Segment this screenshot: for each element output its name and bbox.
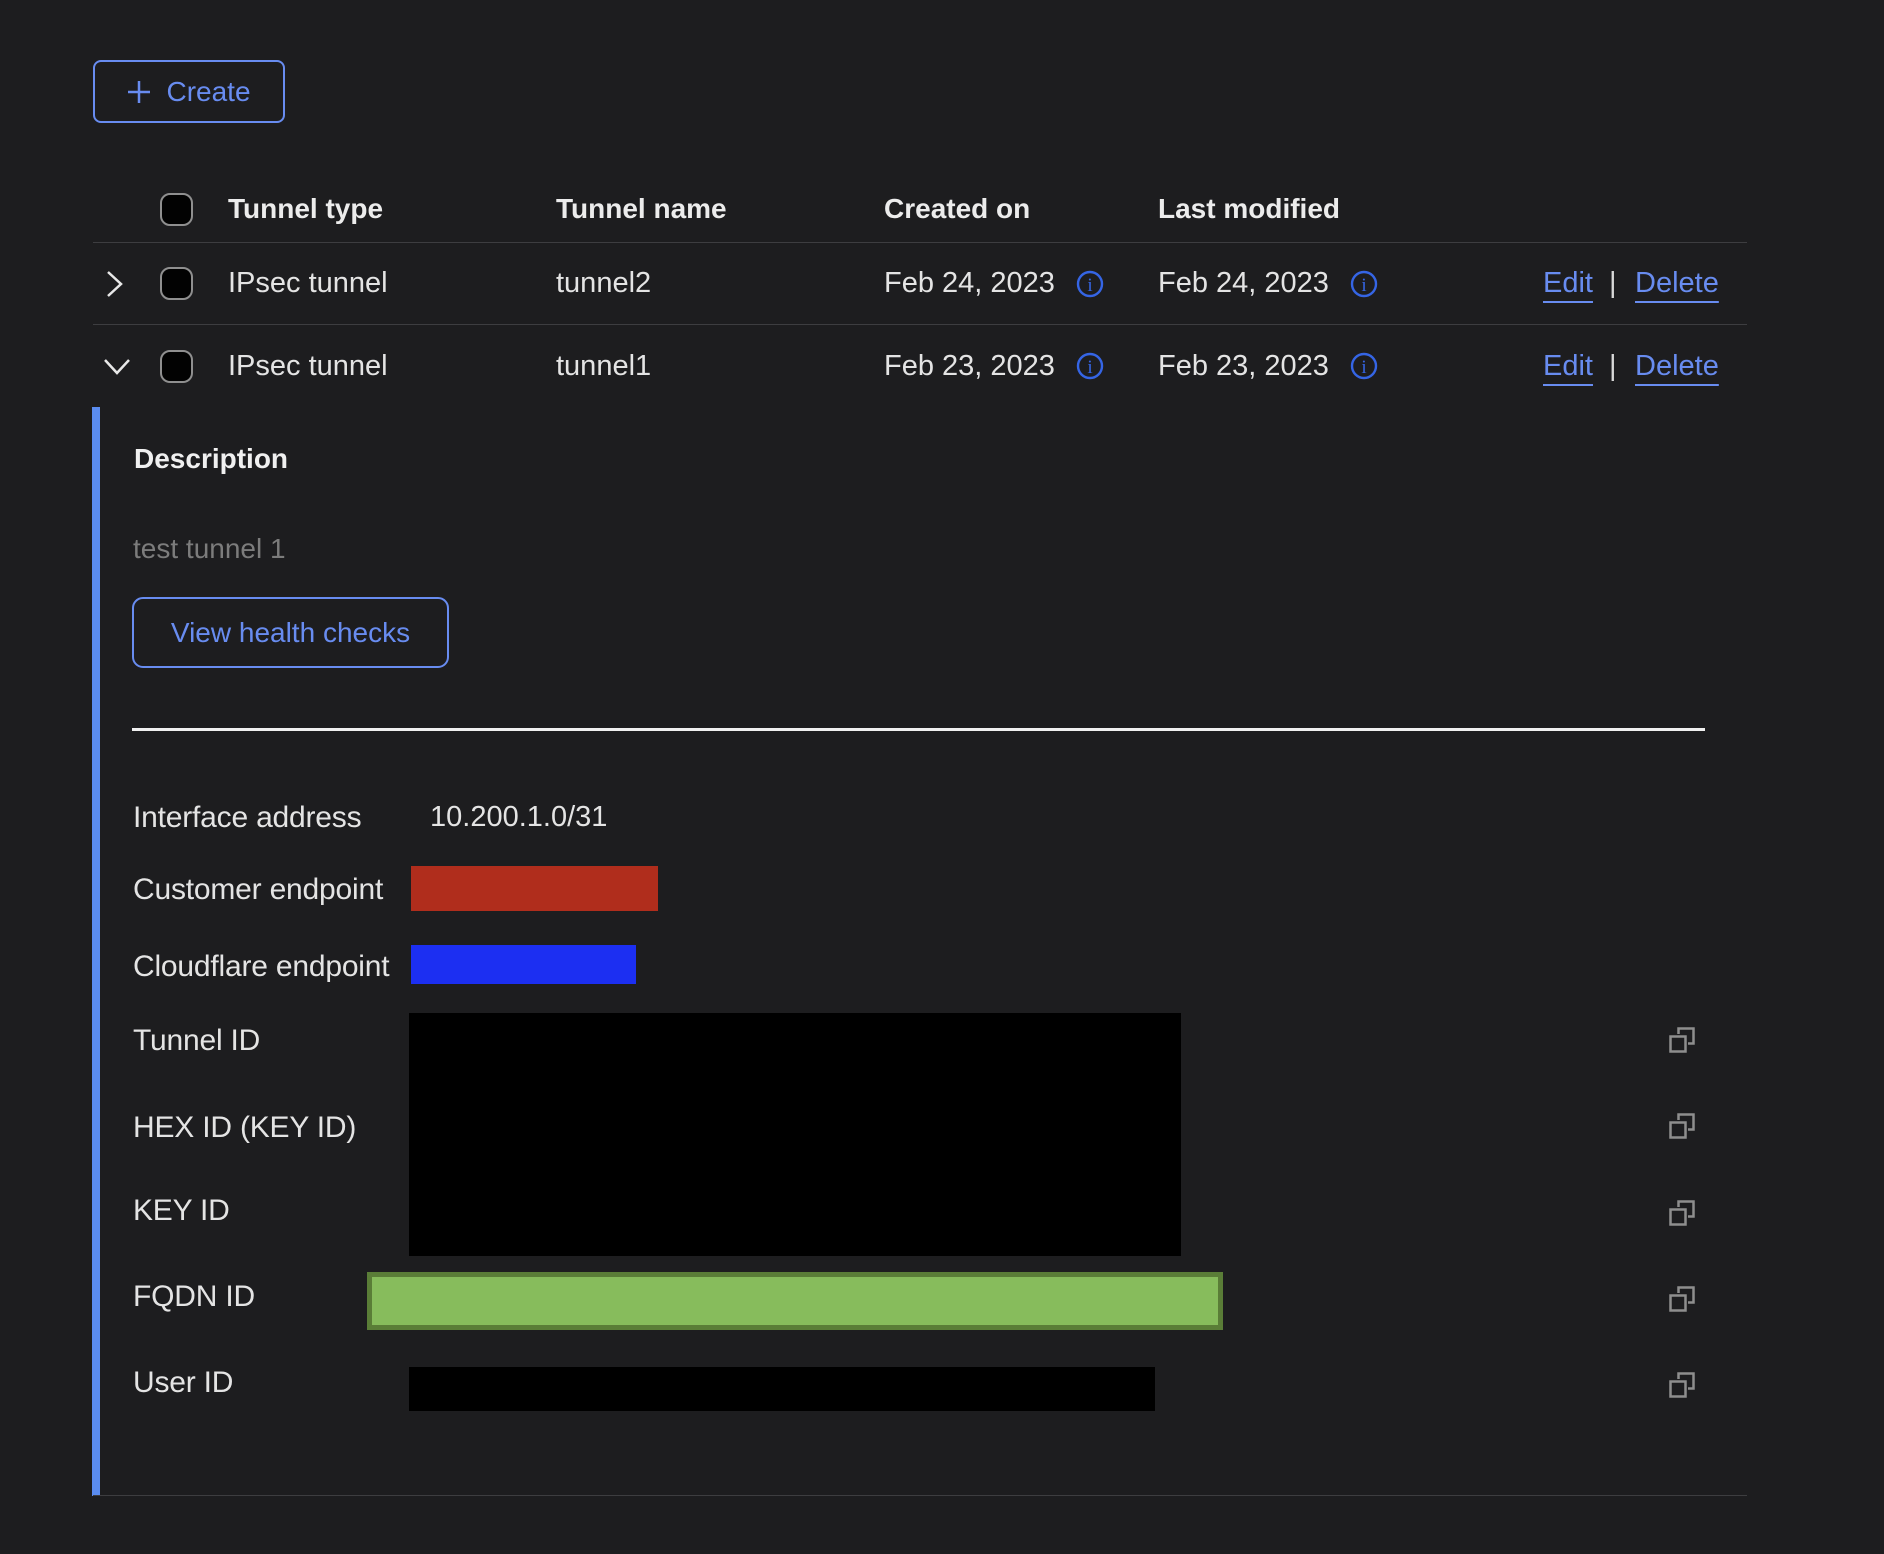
svg-text:i: i — [1361, 357, 1366, 378]
svg-text:i: i — [1087, 275, 1092, 296]
svg-text:i: i — [1361, 275, 1366, 296]
svg-text:i: i — [1087, 357, 1092, 378]
